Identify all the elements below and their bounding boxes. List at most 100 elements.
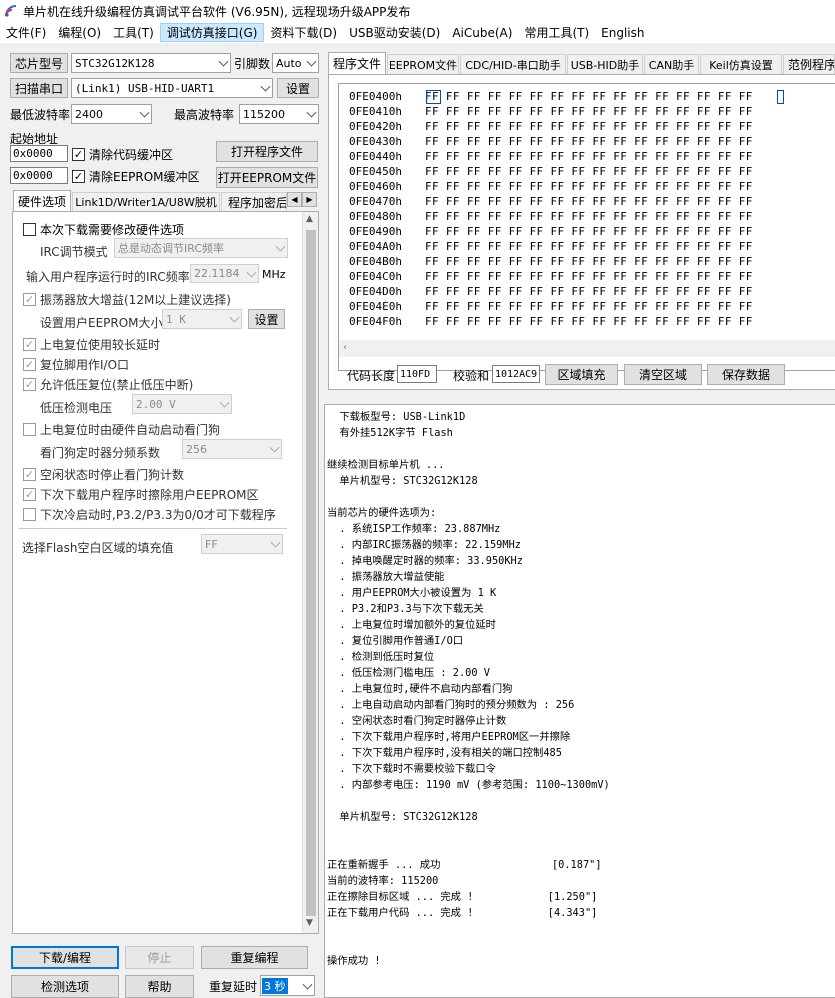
hex-view[interactable]: 0FE0400h FF FF FF FF FF FF FF FF FF FF FF… <box>338 83 835 371</box>
chip-model-button[interactable]: 芯片型号 <box>10 53 68 73</box>
tab-cdc-hid-serial[interactable]: CDC/HID-串口助手 <box>460 54 566 74</box>
low-voltage-reset-checkbox[interactable]: ✓ 允许低压复位(禁止低压中断) <box>23 376 193 393</box>
log-line: 正在擦除目标区域 ... 完成 ! [1.250"] <box>327 891 598 903</box>
code-start-address-input[interactable]: 0x0000 <box>10 145 68 162</box>
menu-usb-driver[interactable]: USB驱动安装(D) <box>343 24 446 41</box>
options-scrollbar[interactable]: ▲ ▼ <box>302 212 318 933</box>
pins-select[interactable]: Auto <box>272 53 319 73</box>
hex-row-data: FF FF FF FF FF FF FF FF FF FF FF FF FF F… <box>425 285 753 298</box>
clear-eeprom-buffer-checkbox[interactable]: ✓ 清除EEPROM缓冲区 <box>72 168 200 185</box>
port-settings-button[interactable]: 设置 <box>277 78 319 98</box>
log-line: . 复位引脚用作普通I/O口 <box>327 635 464 647</box>
max-baud-select[interactable]: 115200 <box>239 104 319 124</box>
code-length-label: 代码长度 <box>347 369 396 383</box>
port-select[interactable]: (Link1) USB-HID-UART1 <box>71 78 273 98</box>
log-line: 正在重新握手 ... 成功 [0.187"] <box>327 859 602 871</box>
watchdog-divider-select[interactable]: 256 <box>182 439 282 459</box>
irc-frequency-select[interactable]: 22.1184 <box>190 264 259 283</box>
hex-row-address: 0FE0450h <box>349 165 402 178</box>
scroll-down-icon[interactable]: ▼ <box>306 918 313 928</box>
log-line: 单片机型号: STC32G12K128 <box>327 811 478 823</box>
low-voltage-detect-select[interactable]: 2.00 V <box>132 394 232 414</box>
eeprom-size-set-button[interactable]: 设置 <box>248 309 285 329</box>
hex-row-data: FF FF FF FF FF FF FF FF FF FF FF FF FF F… <box>425 180 753 193</box>
open-eeprom-file-button[interactable]: 打开EEPROM文件 <box>216 167 318 188</box>
hex-row: 0FE04D0h FF FF FF FF FF FF FF FF FF FF FF… <box>349 285 753 300</box>
help-button[interactable]: 帮助 <box>125 975 194 998</box>
tab-eeprom-file[interactable]: EEPROM文件 <box>387 54 459 74</box>
save-data-button[interactable]: 保存数据 <box>707 364 785 385</box>
power-on-reset-delay-checkbox[interactable]: ✓ 上电复位使用较长延时 <box>23 336 160 353</box>
min-baud-select[interactable]: 2400 <box>71 104 152 124</box>
download-program-button[interactable]: 下载/编程 <box>11 946 119 969</box>
menu-program[interactable]: 编程(O) <box>52 24 107 41</box>
chip-model-select[interactable]: STC32G12K128 <box>71 53 231 73</box>
hex-row-data: FF FF FF FF FF FF FF FF FF FF FF FF FF F… <box>425 210 753 223</box>
oscillator-gain-checkbox[interactable]: ✓ 振荡器放大增益(12M以上建议选择) <box>23 291 231 308</box>
log-line: . 系统ISP工作频率: 23.887MHz <box>327 523 501 535</box>
open-program-file-button[interactable]: 打开程序文件 <box>216 141 318 162</box>
tab-scroll-right-button[interactable]: ▶ <box>302 192 317 207</box>
check-options-button[interactable]: 检测选项 <box>11 975 119 998</box>
erase-eeprom-checkbox[interactable]: ✓ 下次下载用户程序时擦除用户EEPROM区 <box>23 486 259 503</box>
tab-examples[interactable]: 范例程序 <box>783 54 835 74</box>
tab-scroll-left-button[interactable]: ◀ <box>287 192 302 207</box>
tab-keil-settings[interactable]: Keil仿真设置 <box>700 54 782 74</box>
code-length-value: 110FD <box>397 365 437 383</box>
tab-offline-programmer[interactable]: Link1D/Writer1A/U8W脱机 <box>72 192 220 211</box>
modify-hardware-checkbox[interactable]: 本次下载需要修改硬件选项 <box>23 221 184 238</box>
eeprom-size-label: 设置用户EEPROM大小 <box>40 316 163 330</box>
log-output[interactable]: 下载板型号: USB-Link1D 有外挂512K字节 Flash 继续检测目标单… <box>324 404 835 998</box>
menu-aicube[interactable]: AiCube(A) <box>446 26 518 40</box>
eeprom-size-select[interactable]: 1 K <box>162 309 242 329</box>
log-line: 有外挂512K字节 Flash <box>327 427 453 439</box>
hex-row-address: 0FE0480h <box>349 210 402 223</box>
reset-pin-io-checkbox[interactable]: ✓ 复位脚用作I/O口 <box>23 356 129 373</box>
p32-p33-download-checkbox[interactable]: 下次冷启动时,P3.2/P3.3为0/0才可下载程序 <box>23 506 276 523</box>
scroll-thumb[interactable] <box>306 230 316 916</box>
menu-tools[interactable]: 工具(T) <box>107 24 160 41</box>
repeat-delay-select[interactable]: 3 秒 <box>260 975 315 996</box>
hex-row: 0FE04E0h FF FF FF FF FF FF FF FF FF FF FF… <box>349 300 753 315</box>
tab-program-file[interactable]: 程序文件 <box>328 52 386 74</box>
irc-frequency-unit: MHz <box>262 268 286 281</box>
menu-debug[interactable]: 调试仿真接口(G) <box>159 23 265 42</box>
clear-area-button[interactable]: 清空区域 <box>624 364 702 385</box>
tab-usb-hid[interactable]: USB-HID助手 <box>567 54 643 74</box>
tab-hardware-options[interactable]: 硬件选项 <box>13 190 71 211</box>
log-line: 单片机型号: STC32G12K128 <box>327 475 478 487</box>
tab-program-encryption[interactable]: 程序加密后 <box>221 192 287 211</box>
hex-row-address: 0FE0490h <box>349 225 402 238</box>
low-voltage-detect-label: 低压检测电压 <box>40 401 113 415</box>
scroll-up-icon[interactable]: ▲ <box>306 214 313 224</box>
eeprom-start-address-input[interactable]: 0x0000 <box>10 167 68 184</box>
log-line: . 检测到低压时复位 <box>327 651 435 663</box>
irc-mode-select[interactable]: 总是动态调节IRC频率 <box>114 238 288 258</box>
hex-row: 0FE0490h FF FF FF FF FF FF FF FF FF FF FF… <box>349 225 753 240</box>
hex-row-address: 0FE04D0h <box>349 285 402 298</box>
idle-stop-watchdog-checkbox[interactable]: ✓ 空闲状态时停止看门狗计数 <box>23 466 184 483</box>
stop-button[interactable]: 停止 <box>125 946 194 969</box>
log-line: . 下次下载用户程序时,将用户EEPROM区一并擦除 <box>327 731 571 743</box>
tab-can[interactable]: CAN助手 <box>644 54 699 74</box>
hex-horizontal-scrollbar[interactable]: ‹ <box>339 340 835 357</box>
menu-english[interactable]: English <box>595 26 650 40</box>
hardware-watchdog-checkbox[interactable]: 上电复位时由硬件自动启动看门狗 <box>23 421 220 438</box>
flash-fill-select[interactable]: FF <box>201 534 283 554</box>
clear-code-buffer-checkbox[interactable]: ✓ 清除代码缓冲区 <box>72 146 173 163</box>
log-line: . P3.2和P3.3与下次下载无关 <box>327 603 484 615</box>
scan-port-button[interactable]: 扫描串口 <box>10 78 68 98</box>
menu-file[interactable]: 文件(F) <box>0 24 52 41</box>
repeat-program-button[interactable]: 重复编程 <box>201 946 308 969</box>
arrow-left-icon: ◀ <box>291 195 298 204</box>
scroll-left-icon[interactable]: ‹ <box>343 342 347 353</box>
hex-row-data: FF FF FF FF FF FF FF FF FF FF FF FF FF F… <box>425 120 753 133</box>
fill-area-button[interactable]: 区域填充 <box>545 364 618 385</box>
hex-row-address: 0FE04F0h <box>349 315 402 328</box>
menu-common-tools[interactable]: 常用工具(T) <box>518 24 595 41</box>
hex-row-data: FF FF FF FF FF FF FF FF FF FF FF FF FF F… <box>425 105 753 118</box>
menu-downloads[interactable]: 资料下载(D) <box>264 24 343 41</box>
irc-frequency-value: 22.1184 <box>194 267 240 280</box>
log-line: . 掉电唤醒定时器的频率: 33.950KHz <box>327 555 523 567</box>
